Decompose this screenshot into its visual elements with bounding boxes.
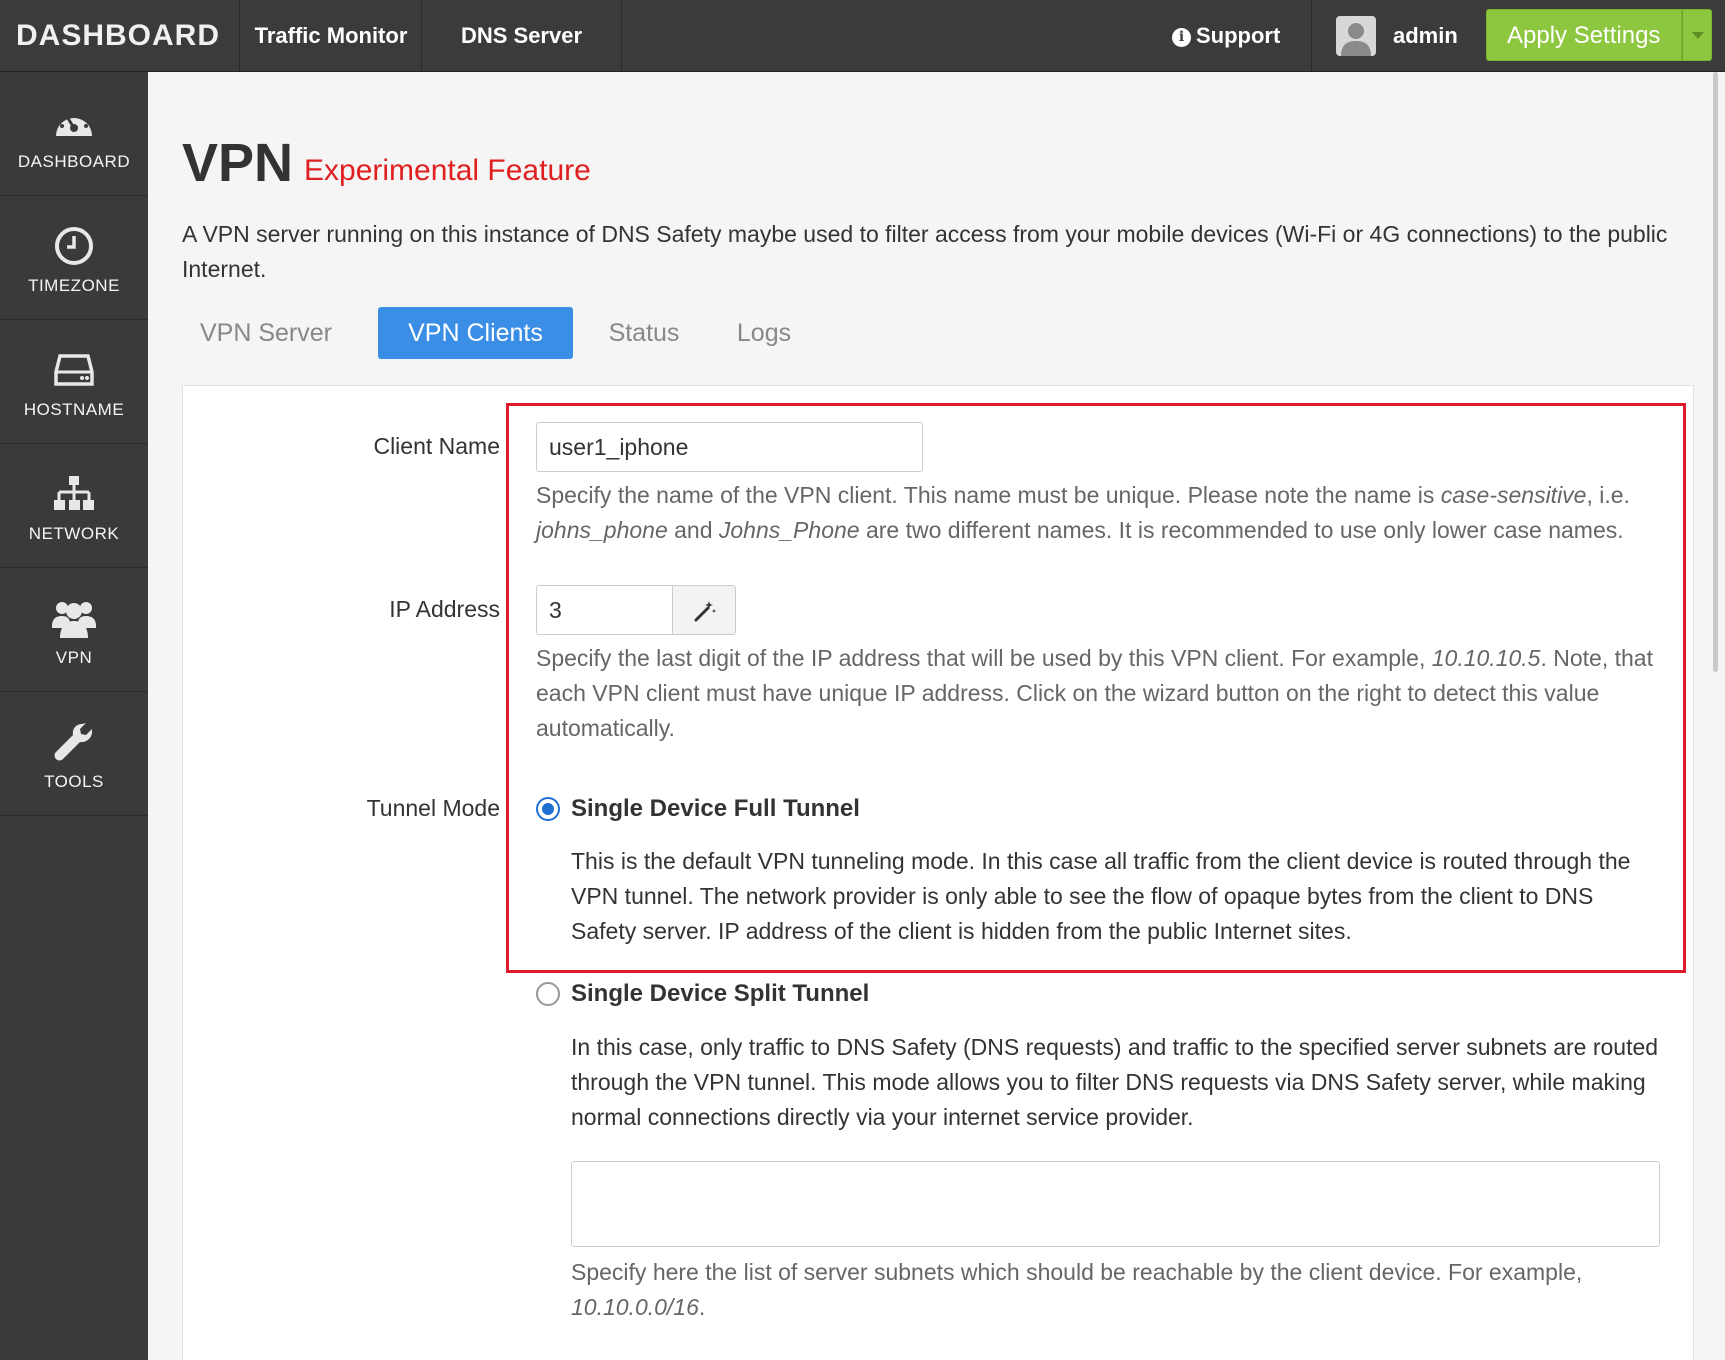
full-tunnel-description: This is the default VPN tunneling mode. … — [571, 848, 1631, 944]
page-title: VPN — [182, 133, 294, 193]
full-tunnel-label[interactable]: Single Device Full Tunnel — [571, 795, 860, 823]
scrollbar-thumb[interactable] — [1713, 72, 1718, 672]
help-text: Specify the last digit of the IP address… — [536, 645, 1432, 671]
help-emphasis: Johns_Phone — [718, 517, 860, 543]
help-emphasis: johns_phone — [536, 517, 668, 543]
sidebar-item-label: TOOLS — [44, 772, 104, 791]
help-text: and — [667, 517, 719, 543]
help-text: are two different names. It is recommend… — [859, 517, 1624, 543]
sidebar: DASHBOARD TIMEZONE HOSTNAME NETWORK VPN … — [0, 72, 148, 1360]
sidebar-item-dashboard[interactable]: DASHBOARD — [0, 72, 148, 196]
avatar[interactable] — [1336, 16, 1376, 56]
sidebar-item-vpn[interactable]: VPN — [0, 568, 148, 692]
help-text: . — [698, 1294, 706, 1320]
sidebar-item-tools[interactable]: TOOLS — [0, 692, 148, 816]
sidebar-item-timezone[interactable]: TIMEZONE — [0, 196, 148, 320]
nav-dns-server[interactable]: DNS Server — [422, 0, 622, 72]
wrench-icon — [54, 723, 92, 761]
hard-drive-icon — [54, 354, 94, 386]
sitemap-icon — [54, 476, 94, 510]
sidebar-item-label: VPN — [55, 648, 93, 667]
sidebar-item-label: NETWORK — [28, 524, 120, 543]
sidebar-item-network[interactable]: NETWORK — [0, 444, 148, 568]
ip-address-input[interactable] — [536, 585, 673, 635]
apply-settings-button[interactable]: Apply Settings — [1486, 9, 1682, 61]
sidebar-item-label: HOSTNAME — [23, 400, 125, 419]
nav-traffic-monitor[interactable]: Traffic Monitor — [241, 0, 422, 72]
magic-wand-icon — [694, 601, 716, 622]
user-menu[interactable]: admin — [1393, 0, 1458, 72]
top-bar: DASHBOARD Traffic Monitor DNS Server i Su… — [0, 0, 1725, 72]
user-icon — [1341, 23, 1371, 56]
help-text: Specify here the list of server subnets … — [571, 1259, 1583, 1285]
tab-vpn-clients[interactable]: VPN Clients — [378, 307, 573, 359]
page-intro: A VPN server running on this instance of… — [182, 221, 1668, 282]
server-subnets-help: Specify here the list of server subnets … — [571, 1255, 1661, 1325]
tab-status[interactable]: Status — [584, 307, 704, 359]
gauge-icon — [56, 110, 92, 136]
tunnel-mode-label: Tunnel Mode — [366, 795, 500, 821]
experimental-badge: Experimental Feature — [304, 154, 591, 187]
client-name-input[interactable] — [536, 422, 923, 472]
server-subnets-textarea[interactable] — [571, 1161, 1660, 1247]
apply-dropdown-toggle[interactable] — [1682, 9, 1712, 61]
users-icon — [52, 602, 96, 638]
sidebar-item-hostname[interactable]: HOSTNAME — [0, 320, 148, 444]
sidebar-item-label: DASHBOARD — [17, 152, 131, 171]
help-emphasis: case-sensitive — [1440, 482, 1587, 508]
help-emphasis: 10.10.10.5 — [1431, 645, 1541, 671]
full-tunnel-radio[interactable] — [536, 797, 560, 821]
clock-icon — [55, 227, 93, 265]
help-emphasis: 10.10.0.0/16 — [571, 1294, 699, 1320]
help-text: Specify the name of the VPN client. This… — [536, 482, 1441, 508]
help-text: , i.e. — [1586, 482, 1630, 508]
client-name-help: Specify the name of the VPN client. This… — [536, 478, 1666, 548]
support-link[interactable]: i Support — [1172, 0, 1312, 72]
split-tunnel-description: In this case, only traffic to DNS Safety… — [571, 1034, 1659, 1130]
sidebar-item-label: TIMEZONE — [28, 276, 120, 295]
support-label: Support — [1196, 23, 1281, 48]
ip-address-label: IP Address — [389, 596, 500, 622]
split-tunnel-label[interactable]: Single Device Split Tunnel — [571, 980, 869, 1008]
ip-wizard-button[interactable] — [672, 585, 736, 635]
split-tunnel-radio[interactable] — [536, 982, 560, 1006]
tab-vpn-server[interactable]: VPN Server — [182, 307, 350, 359]
info-icon: i — [1172, 28, 1191, 47]
tab-logs[interactable]: Logs — [714, 307, 814, 359]
ip-address-help: Specify the last digit of the IP address… — [536, 641, 1666, 746]
client-name-label: Client Name — [373, 433, 500, 459]
brand-logo[interactable]: DASHBOARD — [0, 0, 240, 72]
